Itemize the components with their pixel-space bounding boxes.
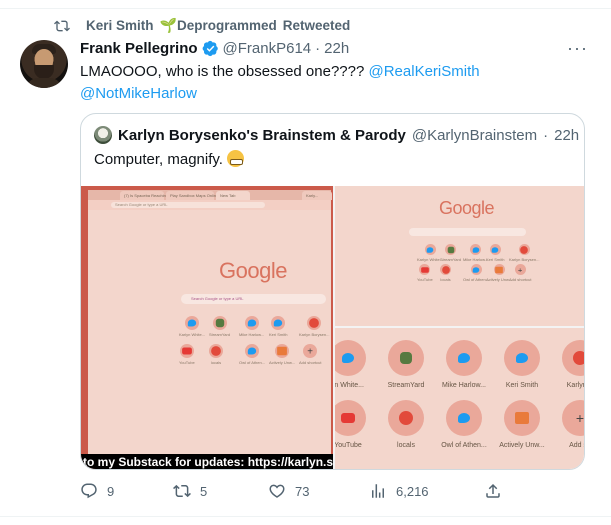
shortcut-tile: YouTube [417, 264, 433, 282]
shortcut-tile: locals [209, 344, 223, 365]
browser-tab: New Tab [216, 191, 250, 200]
retweet-context[interactable]: Keri Smith 🌱 Deprogrammed Retweeted [54, 17, 350, 34]
top-divider [0, 8, 611, 9]
google-logo: Google [439, 198, 495, 218]
media-image-left[interactable]: (7) Is Spaceba Reaching Citiz... Play Sa… [81, 186, 333, 469]
reply-count: 9 [107, 483, 115, 499]
bottom-divider [0, 516, 611, 517]
quoted-header: Karlyn Borysenko's Brainstem & Parody @K… [94, 126, 579, 144]
quoted-body: Computer, magnify. [94, 151, 223, 168]
shortcut-tile: Karlyn Borysen... [509, 244, 539, 262]
share-button[interactable] [484, 482, 502, 500]
shortcut-tile: Mike Harlow... [239, 316, 264, 337]
views-chart-icon [372, 484, 384, 498]
tweet-time[interactable]: 22h [324, 40, 349, 57]
shortcut-tile: locals [440, 264, 451, 282]
shortcut-tile: + Add shortcut [509, 264, 532, 282]
media-caption: to my Substack for updates: https://karl… [81, 454, 333, 469]
quoted-avatar[interactable] [94, 126, 112, 144]
retweet-button[interactable]: 5 [173, 482, 207, 500]
shortcut-tile: YouTube [335, 400, 376, 449]
shortcut-tile: Actively Unw... [494, 400, 550, 449]
shortcut-tile: locals [378, 400, 434, 449]
url-bar: Search Google or type a URL [111, 202, 265, 208]
tweet-actions: 9 5 73 6,216 [80, 482, 585, 504]
mention-link[interactable]: @NotMikeHarlow [80, 85, 197, 102]
shortcut-tile: Actively Unw... [269, 344, 295, 365]
shortcut-tile: +Add sh [552, 400, 584, 449]
quoted-media[interactable]: (7) Is Spaceba Reaching Citiz... Play Sa… [81, 186, 584, 469]
browser-tab: Play Sandbox Maps Online... [166, 191, 222, 200]
shortcut-tile: Keri Smith [486, 244, 504, 262]
shortcut-tile: Karlyn Borysen... [299, 316, 329, 337]
shortcut-tile: rn White... [335, 340, 376, 389]
views-button[interactable]: 6,216 [369, 482, 429, 500]
google-search-box [409, 228, 526, 236]
grimacing-face-icon [226, 150, 244, 167]
browser-tab: Karly... [302, 191, 332, 200]
mention-link[interactable]: @RealKeriSmith [369, 63, 480, 80]
view-count: 6,216 [396, 483, 429, 499]
shortcut-tile: Mike Harlow... [436, 340, 492, 389]
shortcut-tile: Keri Smith [494, 340, 550, 389]
media-image-top-right[interactable]: Google Karlyn White... StreamYard Mike Har… [335, 186, 584, 326]
shortcut-tile: StreamYard [440, 244, 461, 262]
shortcut-tile: Karlyn White... [179, 316, 205, 337]
shortcut-tile: Keri Smith [269, 316, 287, 337]
reply-button[interactable]: 9 [80, 482, 114, 500]
tweet-body: LMAOOOO, who is the obsessed one???? [80, 63, 369, 80]
retweeter-badge: Deprogrammed [176, 18, 277, 33]
author-handle[interactable]: @FrankP614 [223, 40, 312, 57]
google-search-box: Search Google or type a URL [181, 294, 326, 304]
like-button[interactable]: 73 [268, 482, 309, 500]
shortcut-tile: StreamYard [378, 340, 434, 389]
shortcut-tile: StreamYard [209, 316, 230, 337]
retweet-count: 5 [200, 483, 208, 499]
retweeted-label: Retweeted [282, 18, 351, 33]
shortcut-tile: Owl of Athen... [436, 400, 492, 449]
tweet-text: LMAOOOO, who is the obsessed one???? @Re… [80, 61, 585, 105]
sprout-icon: 🌱 [159, 17, 177, 33]
author-avatar[interactable] [20, 40, 68, 88]
verified-badge-icon[interactable] [202, 40, 219, 57]
shortcut-tile: YouTube [179, 344, 195, 365]
shortcut-tile: + Add shortcut [299, 344, 322, 365]
shortcut-tile: Karlyn B [552, 340, 584, 389]
more-options-icon[interactable]: ··· [567, 38, 588, 59]
media-image-bottom-right[interactable]: rn White... StreamYard Mike Harlow... Keri … [335, 328, 584, 469]
retweet-icon [173, 484, 191, 498]
browser-tab: (7) Is Spaceba Reaching Citiz... [120, 191, 180, 200]
quoted-author-handle[interactable]: @KarlynBrainstem [412, 127, 537, 144]
like-count: 73 [295, 483, 310, 499]
google-logo: Google [219, 258, 287, 283]
quoted-author-name[interactable]: Karlyn Borysenko's Brainstem & Parody [118, 127, 406, 144]
tweet-header: Frank Pellegrino @FrankP614 · 22h [80, 40, 349, 57]
shortcut-tile: Mike Harlow... [463, 244, 488, 262]
separator-dot: · [543, 126, 549, 144]
author-name[interactable]: Frank Pellegrino [80, 40, 198, 57]
quoted-text: Computer, magnify. [94, 150, 244, 168]
quoted-time[interactable]: 22h [554, 127, 579, 144]
heart-icon [269, 484, 285, 498]
shortcut-tile: Owl of Athen... [239, 344, 265, 365]
retweeter-name[interactable]: Keri Smith [86, 18, 154, 33]
reply-icon [81, 483, 97, 499]
retweet-icon [54, 20, 70, 31]
share-icon [486, 483, 500, 498]
separator-dot: · [315, 40, 321, 57]
quoted-tweet[interactable]: Karlyn Borysenko's Brainstem & Parody @K… [80, 113, 585, 470]
